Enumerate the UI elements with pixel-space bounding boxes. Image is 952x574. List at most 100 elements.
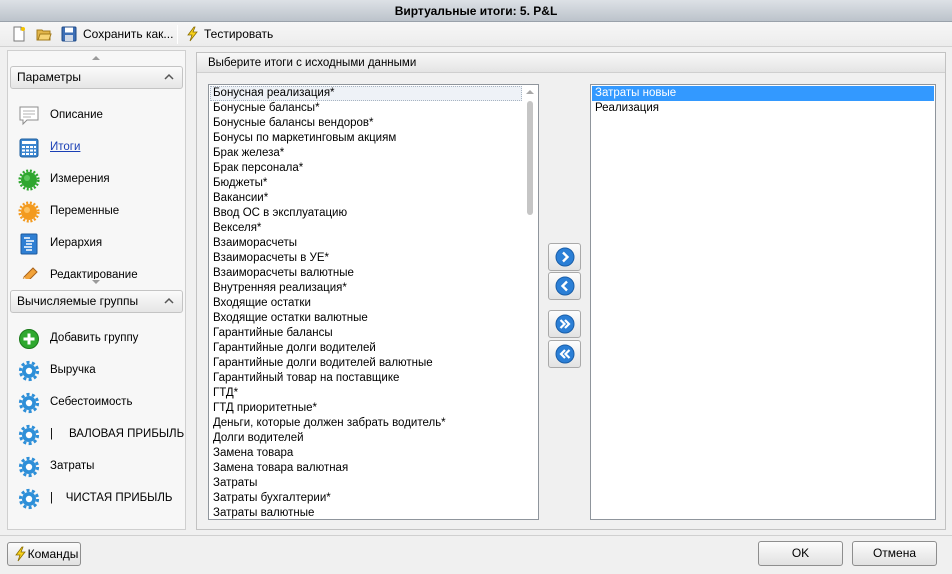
description-icon: [18, 105, 40, 127]
available-list-item[interactable]: Взаиморасчеты валютные: [210, 266, 522, 281]
footer-separator: [0, 535, 952, 536]
sidebar-item-label: | ВАЛОВАЯ ПРИБЫЛЬ: [50, 428, 185, 440]
available-list-item[interactable]: Гарантийные долги водителей валютные: [210, 356, 522, 371]
available-list-item[interactable]: Входящие остатки валютные: [210, 311, 522, 326]
available-list-item[interactable]: Затраты бухгалтерии*: [210, 491, 522, 506]
available-list-item[interactable]: Гарантийный товар на поставщике: [210, 371, 522, 386]
available-list-item[interactable]: Брак железа*: [210, 146, 522, 161]
chevron-left-icon: [555, 276, 575, 296]
available-list-item[interactable]: Бонусы по маркетинговым акциям: [210, 131, 522, 146]
available-list-item[interactable]: ГТД приоритетные*: [210, 401, 522, 416]
commands-button[interactable]: Команды: [7, 542, 81, 566]
hierarchy-icon: [18, 233, 40, 255]
sidebar-item-editing[interactable]: Редактирование: [8, 262, 185, 279]
available-totals-list[interactable]: Бонусная реализация* Бонусные балансы* Бон…: [208, 84, 539, 520]
add-group-button[interactable]: Добавить группу: [8, 325, 185, 353]
calculator-icon: [18, 137, 40, 159]
gear-icon: [18, 488, 40, 510]
available-list-item[interactable]: Гарантийные балансы: [210, 326, 522, 341]
cancel-label: Отмена: [872, 546, 917, 560]
double-chevron-right-icon: [555, 314, 575, 334]
section-title: Вычисляемые группы: [17, 294, 139, 308]
commands-label: Команды: [27, 547, 79, 561]
available-list-item[interactable]: Ввод ОС в эксплуатацию: [210, 206, 522, 221]
sidebar-item-description[interactable]: Описание: [8, 102, 185, 130]
selected-totals-items: Затраты новые Реализация: [592, 86, 934, 116]
group-item-net-profit[interactable]: | ЧИСТАЯ ПРИБЫЛЬ: [8, 485, 185, 513]
scroll-up-arrow-icon[interactable]: [92, 56, 100, 60]
available-list-item[interactable]: Вакансии*: [210, 191, 522, 206]
available-list-item[interactable]: Брак персонала*: [210, 161, 522, 176]
main-header-title: Выберите итоги с исходными данными: [208, 57, 417, 69]
move-right-button[interactable]: [548, 243, 581, 271]
available-list-item[interactable]: Затраты валютные: [210, 506, 522, 519]
available-list-item[interactable]: Бонусные балансы*: [210, 101, 522, 116]
move-all-left-button[interactable]: [548, 340, 581, 368]
ok-button[interactable]: OK: [758, 541, 843, 566]
lightning-icon[interactable]: [185, 26, 201, 42]
scroll-up-arrow-icon[interactable]: [526, 90, 534, 94]
section-title: Параметры: [17, 70, 81, 84]
sidebar-item-hierarchy[interactable]: Иерархия: [8, 230, 185, 258]
available-list-item[interactable]: Гарантийные долги водителей: [210, 341, 522, 356]
sidebar-item-label: Выручка: [50, 364, 96, 376]
sidebar-item-label: Себестоимость: [50, 396, 133, 408]
pencil-icon: [18, 265, 40, 279]
available-list-item[interactable]: Бонусная реализация*: [210, 86, 522, 101]
chevron-up-icon: [164, 73, 174, 80]
available-list-item[interactable]: Бонусные балансы вендоров*: [210, 116, 522, 131]
available-list-scrollbar[interactable]: [523, 86, 537, 518]
group-item-expenses[interactable]: Затраты: [8, 453, 185, 481]
move-left-button[interactable]: [548, 272, 581, 300]
ok-label: OK: [791, 546, 810, 560]
test-button[interactable]: Тестировать: [204, 27, 273, 41]
available-list-item[interactable]: ГТД*: [210, 386, 522, 401]
available-list-item[interactable]: Бюджеты*: [210, 176, 522, 191]
available-list-item[interactable]: Деньги, которые должен забрать водитель*: [210, 416, 522, 431]
open-folder-icon[interactable]: [36, 26, 52, 42]
new-document-icon[interactable]: [11, 26, 27, 42]
toolbar-separator: [177, 25, 178, 44]
group-item-gross-profit[interactable]: | ВАЛОВАЯ ПРИБЫЛЬ: [8, 421, 185, 449]
available-list-item[interactable]: Замена товара валютная: [210, 461, 522, 476]
main-header: Выберите итоги с исходными данными: [197, 53, 945, 73]
sidebar-item-label: Добавить группу: [50, 332, 139, 344]
save-icon[interactable]: [61, 26, 77, 42]
scrollbar-thumb[interactable]: [527, 101, 533, 215]
scroll-down-arrow-icon[interactable]: [92, 280, 100, 284]
sidebar-item-dimensions[interactable]: Измерения: [8, 166, 185, 194]
sidebar-item-label: Итоги: [50, 141, 81, 153]
available-list-item[interactable]: Взаиморасчеты: [210, 236, 522, 251]
selected-list-item[interactable]: Реализация: [592, 101, 934, 116]
sidebar-item-label: Описание: [50, 109, 103, 121]
selected-list-item[interactable]: Затраты новые: [592, 86, 934, 101]
gear-icon: [18, 424, 40, 446]
lightning-icon: [15, 546, 26, 562]
chevron-up-icon: [164, 297, 174, 304]
available-list-item[interactable]: Входящие остатки: [210, 296, 522, 311]
sidebar-item-variables[interactable]: Переменные: [8, 198, 185, 226]
group-item-cost[interactable]: Себестоимость: [8, 389, 185, 417]
gear-icon: [18, 456, 40, 478]
sidebar-item-label: Переменные: [50, 205, 120, 217]
toolbar: Сохранить как... Тестировать: [0, 22, 952, 47]
cancel-button[interactable]: Отмена: [852, 541, 937, 566]
save-as-button[interactable]: Сохранить как...: [83, 27, 173, 41]
group-item-revenue[interactable]: Выручка: [8, 357, 185, 385]
sidebar-item-label: Редактирование: [50, 269, 138, 279]
move-all-right-button[interactable]: [548, 310, 581, 338]
available-list-item[interactable]: Затраты: [210, 476, 522, 491]
sidebar-item-label: | ЧИСТАЯ ПРИБЫЛЬ: [50, 492, 173, 504]
section-header-computed-groups[interactable]: Вычисляемые группы: [10, 290, 183, 313]
available-list-item[interactable]: Взаиморасчеты в УЕ*: [210, 251, 522, 266]
sidebar-item-label: Затраты: [50, 460, 95, 472]
section-header-parameters[interactable]: Параметры: [10, 66, 183, 89]
window-title-bar: Виртуальные итоги: 5. P&L: [0, 0, 952, 22]
orange-gear-icon: [18, 201, 40, 223]
available-list-item[interactable]: Внутренняя реализация*: [210, 281, 522, 296]
available-list-item[interactable]: Долги водителей: [210, 431, 522, 446]
available-list-item[interactable]: Векселя*: [210, 221, 522, 236]
available-list-item[interactable]: Замена товара: [210, 446, 522, 461]
selected-totals-list[interactable]: Затраты новые Реализация: [590, 84, 936, 520]
sidebar-item-totals[interactable]: Итоги: [8, 134, 185, 162]
